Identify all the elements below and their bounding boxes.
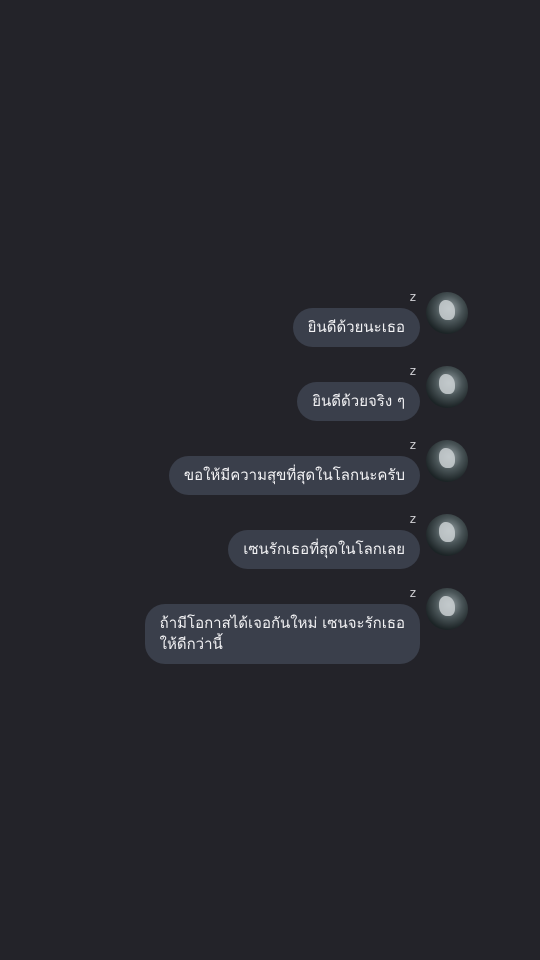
avatar[interactable] <box>426 588 468 630</box>
message-bubble[interactable]: ถ้ามีโอกาสได้เจอกันใหม่ เซนจะรักเธอ ให้ด… <box>144 604 420 664</box>
avatar[interactable] <box>426 292 468 334</box>
message-bubble[interactable]: ยินดีด้วยจริง ๆ <box>297 382 420 421</box>
avatar[interactable] <box>426 514 468 556</box>
message-bubble[interactable]: ขอให้มีความสุขที่สุดในโลกนะครับ <box>168 456 420 495</box>
avatar[interactable] <box>426 366 468 408</box>
chat-thread: z ยินดีด้วยนะเธอ z ยินดีด้วยจริง ๆ z ขอใ… <box>0 0 540 960</box>
sender-name: z <box>409 438 416 452</box>
sender-name: z <box>409 586 416 600</box>
message-bubble[interactable]: ยินดีด้วยนะเธอ <box>292 308 420 347</box>
message-bubble[interactable]: เซนรักเธอที่สุดในโลกเลย <box>228 530 420 569</box>
sender-name: z <box>409 364 416 378</box>
sender-name: z <box>409 512 416 526</box>
avatar[interactable] <box>426 440 468 482</box>
sender-name: z <box>409 290 416 304</box>
